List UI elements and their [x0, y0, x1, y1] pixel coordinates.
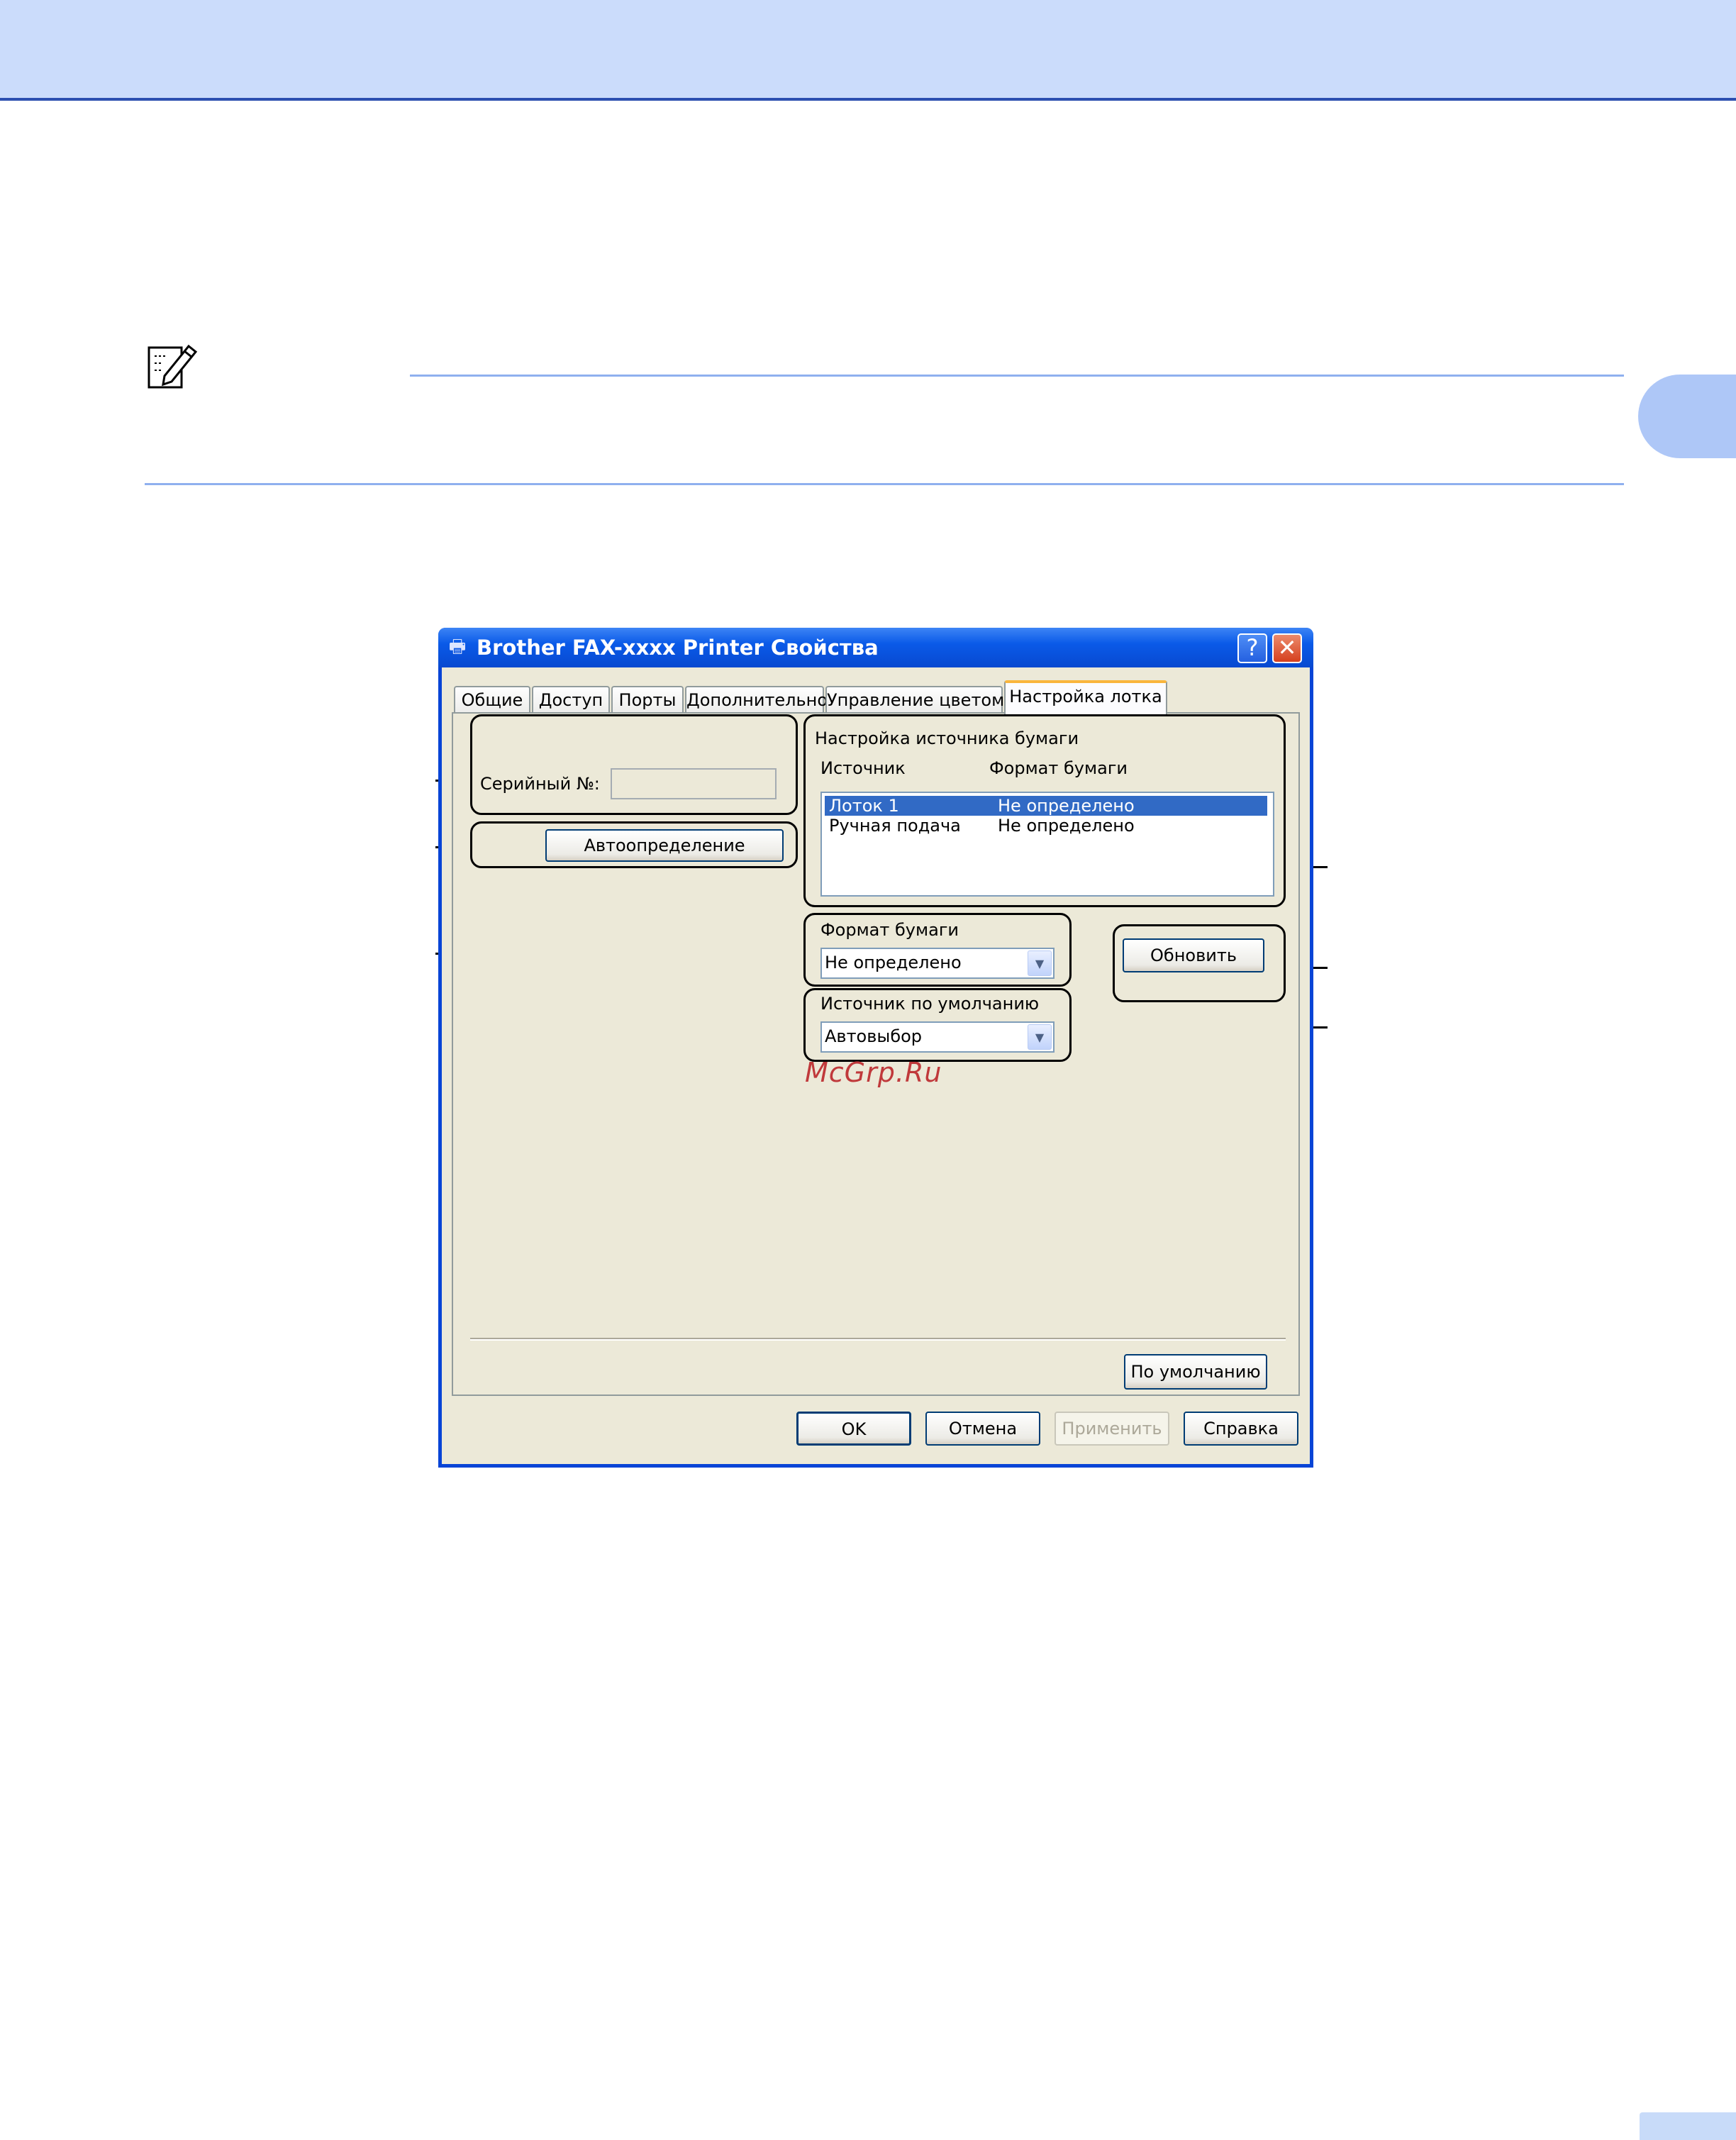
- chapter-tab: [1638, 375, 1736, 458]
- dialog-titlebar[interactable]: 🖶 Brother FAX-xxxx Printer Свойства ? ✕: [438, 628, 1313, 667]
- default-source-value: Автовыбор: [825, 1026, 923, 1046]
- header-banner: [0, 0, 1736, 101]
- default-source-select[interactable]: Автовыбор ▼: [820, 1021, 1055, 1053]
- tab-tray-settings[interactable]: Настройка лотка: [1004, 680, 1167, 714]
- tab-ports[interactable]: Порты: [611, 686, 684, 714]
- close-button[interactable]: ✕: [1272, 633, 1302, 663]
- chevron-down-icon[interactable]: ▼: [1028, 950, 1052, 976]
- default-source-label: Источник по умолчанию: [820, 994, 1040, 1014]
- list-item-source: Ручная подача: [829, 816, 961, 836]
- dialog-client: Общие Доступ Порты Дополнительно Управле…: [442, 667, 1310, 1464]
- callout-box-serial: [470, 714, 798, 815]
- paper-format-select[interactable]: Не определено ▼: [820, 948, 1055, 979]
- note-top-rule: [410, 375, 1624, 377]
- paper-format-value: Не определено: [825, 953, 962, 972]
- apply-button[interactable]: Применить: [1055, 1412, 1169, 1446]
- list-item[interactable]: Ручная подача Не определено: [825, 816, 1267, 836]
- note-pencil-icon: [145, 339, 199, 393]
- source-column-header: Источник: [820, 758, 906, 778]
- paper-format-label: Формат бумаги: [820, 920, 959, 940]
- watermark: McGrp.Ru: [805, 1057, 942, 1088]
- tab-color-management[interactable]: Управление цветом: [825, 686, 1004, 714]
- paper-source-list[interactable]: Лоток 1 Не определено Ручная подача Не о…: [820, 792, 1274, 897]
- paper-source-group-label: Настройка источника бумаги: [815, 728, 1079, 748]
- note-bottom-rule: [145, 483, 1624, 485]
- properties-dialog: 🖶 Brother FAX-xxxx Printer Свойства ? ✕ …: [438, 628, 1313, 1468]
- update-button[interactable]: Обновить: [1123, 938, 1264, 972]
- cancel-button[interactable]: Отмена: [925, 1412, 1040, 1446]
- format-column-header: Формат бумаги: [989, 758, 1128, 778]
- list-item-format: Не определено: [998, 796, 1135, 816]
- ok-button[interactable]: OK: [796, 1412, 911, 1446]
- serial-label: Серийный №:: [480, 774, 600, 794]
- dialog-title: Brother FAX-xxxx Printer Свойства: [477, 636, 879, 660]
- help-footer-button[interactable]: Справка: [1184, 1412, 1298, 1446]
- separator: [470, 1338, 1286, 1341]
- list-item-source: Лоток 1: [829, 796, 899, 816]
- list-item[interactable]: Лоток 1 Не определено: [825, 796, 1267, 816]
- serial-input[interactable]: [611, 768, 777, 799]
- list-item-format: Не определено: [998, 816, 1135, 836]
- printer-icon: 🖶: [448, 636, 467, 658]
- page-corner-tab: [1640, 2112, 1736, 2140]
- tray-settings-panel: Серийный №: Автоопределение Настройка ис…: [452, 712, 1300, 1396]
- tab-advanced[interactable]: Дополнительно: [685, 686, 828, 714]
- help-button[interactable]: ?: [1237, 633, 1267, 663]
- tab-general[interactable]: Общие: [454, 686, 530, 714]
- chevron-down-icon[interactable]: ▼: [1028, 1024, 1052, 1050]
- tab-sharing[interactable]: Доступ: [532, 686, 610, 714]
- autodetect-button[interactable]: Автоопределение: [545, 829, 784, 862]
- defaults-button[interactable]: По умолчанию: [1124, 1354, 1267, 1390]
